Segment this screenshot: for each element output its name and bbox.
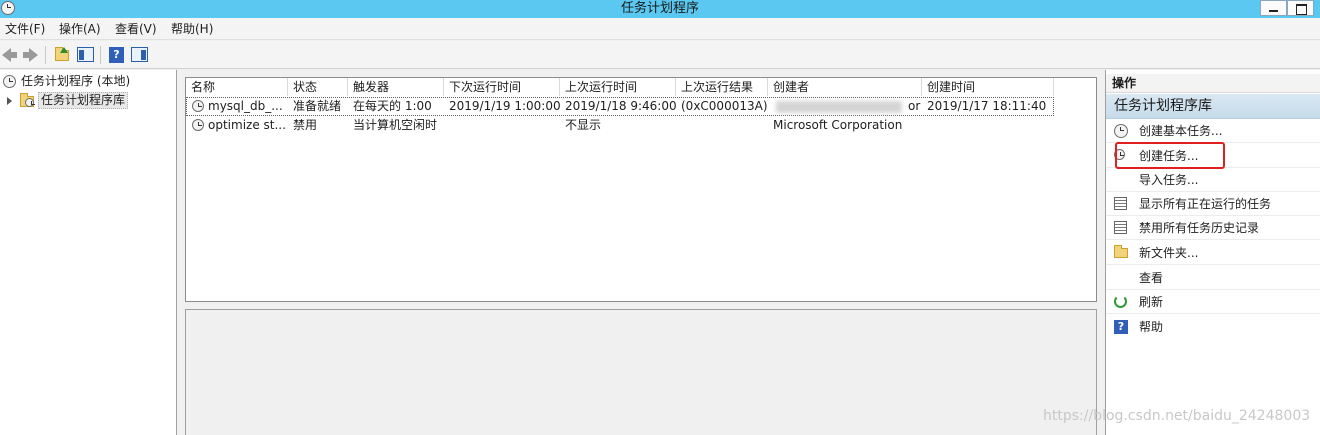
action-label: 创建基本任务... (1139, 124, 1223, 138)
menu-file[interactable]: 文件(F) (3, 21, 47, 37)
task-detail-pane (185, 309, 1097, 435)
action-create-task[interactable]: 创建任务... (1106, 144, 1320, 168)
task-list[interactable]: 名称 状态 触发器 下次运行时间 上次运行时间 上次运行结果 创建者 创建时间 … (185, 77, 1097, 302)
tree-root[interactable]: 任务计划程序 (本地) (0, 72, 177, 90)
column-header-last-run[interactable]: 上次运行时间 (560, 78, 676, 96)
console-tree: 任务计划程序 (本地) 任务计划程序库 (0, 70, 177, 435)
task-trigger: 当计算机空闲时 (353, 118, 438, 132)
clock-icon (3, 75, 16, 88)
task-name: mysql_db_... (208, 99, 283, 113)
refresh-icon (1114, 295, 1127, 308)
minimize-button[interactable] (1260, 0, 1287, 16)
task-created (922, 116, 1054, 135)
task-last-result: (0xC000013A) (681, 99, 768, 113)
actions-section-title[interactable]: 任务计划程序库 (1106, 94, 1320, 119)
action-label: 导入任务... (1139, 173, 1199, 187)
forward-icon[interactable] (22, 45, 42, 65)
column-header-name[interactable]: 名称 (186, 78, 288, 96)
actions-pane: 操作 任务计划程序库 创建基本任务... 创建任务... 导入任务... 显示所… (1105, 70, 1320, 435)
create-basic-task-icon (1114, 124, 1128, 138)
back-icon[interactable] (2, 45, 22, 65)
action-disable-history[interactable]: 禁用所有任务历史记录 (1106, 216, 1320, 240)
clock-badge-icon (25, 98, 35, 107)
action-label: 显示所有正在运行的任务 (1139, 197, 1272, 211)
task-created: 2019/1/17 18:11:40 (927, 99, 1047, 113)
show-console-tree-icon[interactable] (76, 45, 96, 65)
help-icon[interactable]: ? (107, 45, 127, 65)
new-folder-icon (1114, 245, 1128, 258)
menu-action[interactable]: 操作(A) (57, 21, 103, 37)
history-icon (1114, 221, 1127, 234)
action-refresh[interactable]: 刷新 (1106, 290, 1320, 314)
tree-root-label: 任务计划程序 (本地) (21, 74, 131, 88)
column-header-next-run[interactable]: 下次运行时间 (444, 78, 560, 96)
task-last-run: 2019/1/18 9:46:00 (565, 99, 676, 113)
task-last-result (676, 116, 768, 135)
show-action-pane-icon[interactable] (130, 45, 150, 65)
column-header-author[interactable]: 创建者 (768, 78, 922, 96)
tree-item-library-label: 任务计划程序库 (38, 92, 129, 109)
task-status: 准备就绪 (293, 99, 342, 113)
action-create-basic-task[interactable]: 创建基本任务... (1106, 119, 1320, 143)
folder-up-icon[interactable] (53, 45, 73, 65)
task-list-header: 名称 状态 触发器 下次运行时间 上次运行时间 上次运行结果 创建者 创建时间 (186, 78, 1054, 96)
redacted-author-blur (776, 101, 902, 113)
column-header-created[interactable]: 创建时间 (922, 78, 1054, 96)
action-view[interactable]: 查看 (1106, 266, 1320, 290)
task-trigger: 在每天的 1:00 (353, 99, 432, 113)
title-bar: 任务计划程序 (0, 0, 1320, 18)
action-new-folder[interactable]: 新文件夹... (1106, 241, 1320, 265)
toolbar: ? (0, 41, 1320, 69)
table-row[interactable]: optimize st... 禁用 当计算机空闲时 不显示 Microsoft … (186, 116, 1054, 135)
action-import-task[interactable]: 导入任务... (1106, 168, 1320, 192)
action-label: 新文件夹... (1139, 246, 1199, 260)
menu-bar: 文件(F) 操作(A) 查看(V) 帮助(H) (0, 18, 1320, 40)
running-tasks-icon (1114, 197, 1127, 210)
task-author: or (768, 97, 922, 116)
menu-view[interactable]: 查看(V) (113, 21, 159, 37)
window-title: 任务计划程序 (620, 1, 699, 16)
maximize-button[interactable] (1287, 0, 1314, 16)
action-label: 帮助 (1139, 320, 1164, 334)
column-header-status[interactable]: 状态 (288, 78, 348, 96)
action-show-running-tasks[interactable]: 显示所有正在运行的任务 (1106, 192, 1320, 216)
watermark: https://blog.csdn.net/baidu_24248003 (1043, 408, 1311, 424)
action-label: 创建任务... (1139, 149, 1199, 163)
column-header-trigger[interactable]: 触发器 (348, 78, 444, 96)
help-icon: ? (1114, 320, 1128, 334)
task-next-run: 2019/1/19 1:00:00 (449, 99, 560, 113)
menu-help[interactable]: 帮助(H) (169, 21, 215, 37)
task-author-suffix: or (908, 99, 921, 113)
action-help[interactable]: ? 帮助 (1106, 315, 1320, 339)
action-label: 查看 (1139, 271, 1164, 285)
task-last-run: 不显示 (565, 118, 602, 132)
create-task-icon (1114, 149, 1125, 160)
task-next-run (444, 116, 560, 135)
action-label: 刷新 (1139, 295, 1164, 309)
task-status: 禁用 (293, 118, 318, 132)
tree-item-library[interactable]: 任务计划程序库 (0, 91, 177, 109)
task-name: optimize st... (208, 118, 286, 132)
actions-header: 操作 (1106, 74, 1320, 93)
table-row[interactable]: mysql_db_... 准备就绪 在每天的 1:00 2019/1/19 1:… (186, 97, 1054, 116)
task-author: Microsoft Corporation (773, 118, 903, 132)
action-label: 禁用所有任务历史记录 (1139, 221, 1260, 235)
expand-arrow-icon[interactable] (7, 97, 12, 105)
toolbar-separator (45, 46, 46, 64)
toolbar-separator (100, 46, 101, 64)
column-header-last-result[interactable]: 上次运行结果 (676, 78, 768, 96)
